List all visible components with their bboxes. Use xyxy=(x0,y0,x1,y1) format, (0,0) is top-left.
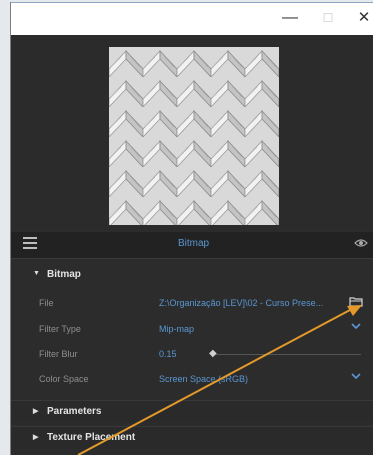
collapse-arrow-icon: ▶ xyxy=(33,434,39,441)
texture-preview-area xyxy=(11,35,373,230)
filter-blur-value[interactable]: 0.15 xyxy=(159,349,177,359)
slider-handle-icon[interactable]: ◆ xyxy=(209,348,217,359)
minimize-button[interactable]: — xyxy=(277,7,303,29)
title-bar: — ☐ ✕ xyxy=(11,2,373,35)
color-space-label: Color Space xyxy=(39,374,89,384)
collapse-arrow-icon: ▶ xyxy=(33,408,39,415)
file-row: File Z:\Organização [LEV]\02 - Curso Pre… xyxy=(11,292,373,314)
filter-blur-slider-track[interactable] xyxy=(211,354,361,355)
section-bitmap[interactable]: ▼ Bitmap xyxy=(11,264,373,286)
expand-arrow-icon: ▼ xyxy=(33,270,40,277)
texture-preview-image xyxy=(109,47,279,225)
section-parameters[interactable]: ▶ Parameters xyxy=(11,400,373,423)
chevron-down-icon[interactable] xyxy=(351,322,361,333)
bitmap-editor-window: — ☐ ✕ Bitmap ▼ Bitmap File Z:\Organizaçã… xyxy=(10,2,373,455)
color-space-dropdown[interactable]: Screen Space (sRGB) xyxy=(159,374,248,384)
filter-blur-row: Filter Blur 0.15 ◆ xyxy=(11,343,373,365)
close-button[interactable]: ✕ xyxy=(351,7,373,29)
filter-type-label: Filter Type xyxy=(39,324,81,334)
folder-icon[interactable] xyxy=(349,296,363,307)
eye-icon[interactable] xyxy=(354,238,368,251)
section-texture-placement-label: Texture Placement xyxy=(47,432,136,443)
section-texture-placement[interactable]: ▶ Texture Placement xyxy=(11,426,373,449)
filter-blur-label: Filter Blur xyxy=(39,349,78,359)
filter-type-dropdown[interactable]: Mip-map xyxy=(159,324,194,334)
section-parameters-label: Parameters xyxy=(47,406,102,417)
maximize-button[interactable]: ☐ xyxy=(315,7,341,29)
file-path-field[interactable]: Z:\Organização [LEV]\02 - Curso Prese... xyxy=(159,298,339,308)
material-type-title[interactable]: Bitmap xyxy=(11,238,373,249)
section-bitmap-label: Bitmap xyxy=(47,269,81,280)
material-header-bar: Bitmap xyxy=(11,232,373,259)
file-label: File xyxy=(39,298,54,308)
chevron-down-icon[interactable] xyxy=(351,372,361,383)
filter-type-row: Filter Type Mip-map xyxy=(11,318,373,340)
color-space-row: Color Space Screen Space (sRGB) xyxy=(11,368,373,390)
